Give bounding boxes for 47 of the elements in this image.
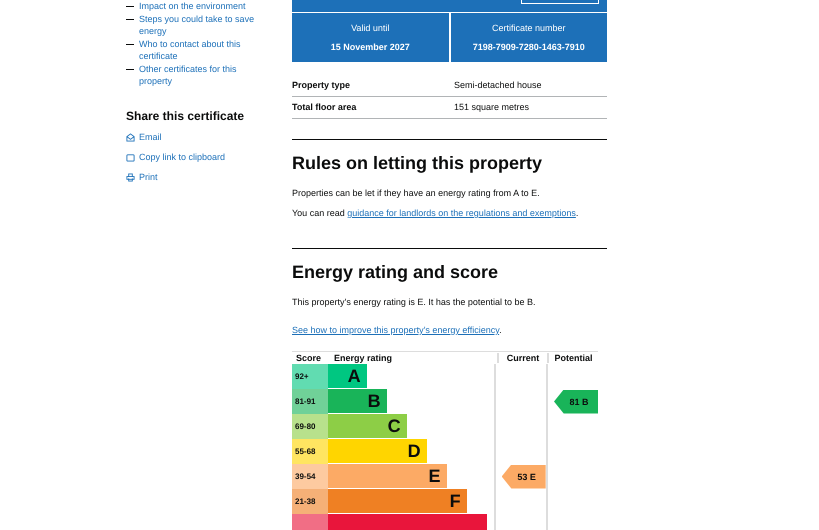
- summary-value: 151 square metres: [454, 102, 530, 112]
- score-cell: 69-80: [292, 414, 328, 439]
- paragraph: Properties can be let if they have an energy rating from A to E.: [292, 188, 541, 198]
- column-header: Current: [497, 353, 547, 363]
- column-header: Energy rating: [333, 353, 394, 363]
- score-cell: 81-91: [292, 389, 328, 414]
- guidance-link[interactable]: guidance for landlords on the regulations and exemptions: [347, 208, 576, 218]
- envelope-icon: [126, 132, 135, 142]
- share-link[interactable]: Email: [126, 132, 292, 142]
- share-link[interactable]: Copy link to clipboard: [126, 152, 292, 162]
- rating-bar: C: [328, 414, 407, 438]
- summary-value: Semi-detached house: [454, 80, 542, 90]
- rating-bar: F: [328, 489, 467, 513]
- list-dash-icon: [126, 69, 134, 70]
- score-cell: 55-68: [292, 439, 328, 464]
- summary-key: Property type: [292, 80, 454, 90]
- score-cell: 39-54: [292, 464, 328, 489]
- column-header: Score: [295, 353, 322, 363]
- print-icon: [126, 172, 135, 182]
- contents-link[interactable]: Other certificates for this property: [139, 63, 269, 87]
- contents-link[interactable]: Who to contact about this certificate: [139, 38, 269, 62]
- cell-value: 7198-7909-7280-1463-7910: [472, 42, 586, 52]
- share-link[interactable]: Print: [126, 172, 292, 182]
- paragraph: This property’s energy rating is E. It has the potential to be B.: [292, 297, 536, 307]
- list-dash-icon: [126, 19, 134, 20]
- rating-bar: D: [328, 439, 427, 463]
- copy-icon: [126, 152, 135, 162]
- cell-label: Valid until: [350, 23, 390, 33]
- column-header: Potential: [547, 353, 598, 363]
- paragraph: You can read guidance for landlords on the regulations and exemptions.: [292, 208, 580, 218]
- summary-key: Total floor area: [292, 102, 454, 112]
- section-heading: Rules on letting this property: [292, 153, 544, 174]
- rating-bar: B: [328, 389, 387, 413]
- section-heading: Energy rating and score: [292, 262, 500, 283]
- score-cell: 92+: [292, 364, 328, 389]
- share-heading: Share this certificate: [126, 109, 246, 123]
- rating-bar: E: [328, 464, 447, 488]
- list-dash-icon: [126, 6, 134, 7]
- contents-link[interactable]: Impact on the environment: [139, 0, 269, 12]
- cell-label: Certificate number: [490, 23, 567, 33]
- score-cell: 21-38: [292, 489, 328, 514]
- rating-bar: A: [328, 364, 367, 388]
- paragraph: See how to improve this property’s energy efficiency.: [292, 325, 503, 335]
- improve-link[interactable]: See how to improve this property’s energy efficiency: [292, 325, 500, 335]
- contents-link[interactable]: Steps you could take to save energy: [139, 13, 269, 37]
- cell-value: 15 November 2027: [330, 42, 411, 52]
- list-dash-icon: [126, 44, 134, 45]
